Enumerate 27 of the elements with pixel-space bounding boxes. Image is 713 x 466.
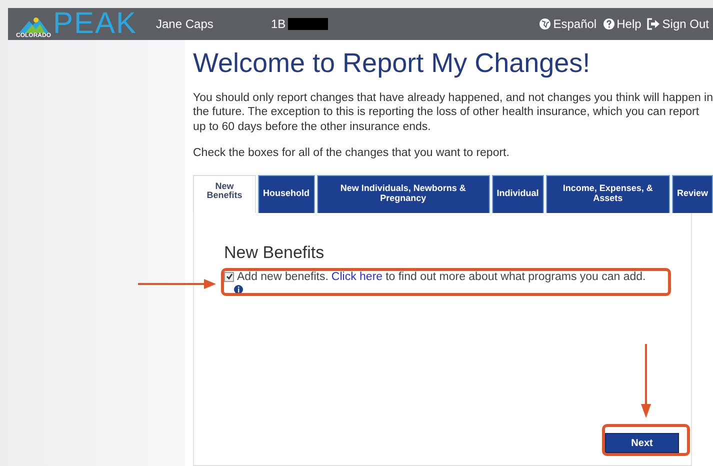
page-title: Welcome to Report My Changes! [193, 48, 592, 79]
mountain-logo-icon [18, 15, 48, 33]
sign-out-icon [647, 18, 660, 30]
tab[interactable]: Review [672, 174, 713, 212]
intro-text: You should only report changes that have already happened, and not changes you think will happen in the future. The exception to this is reporting the loss of other health insurance, which you can report up to 60 days before the other insurance ends. [193, 91, 713, 134]
tab[interactable]: New Benefits [193, 174, 256, 212]
section-heading: New Benefits [224, 242, 326, 262]
click-here-link[interactable]: Click here [331, 270, 383, 282]
header-link[interactable]: Sign Out [647, 17, 709, 31]
tab[interactable]: New Individuals, Newborns & Pregnancy [316, 174, 490, 212]
globe-icon [539, 18, 552, 30]
next-button[interactable]: Next [605, 433, 679, 453]
tab[interactable]: Income, Expenses, & Assets [546, 174, 670, 212]
tab[interactable]: Household [258, 174, 315, 212]
checkbox[interactable] [224, 272, 234, 282]
case-number: 1B [271, 17, 286, 31]
option-description: to find out more about what programs you can add. [386, 270, 646, 282]
tab[interactable]: Individual [492, 174, 544, 212]
header-link[interactable]: Help [602, 17, 642, 31]
user-name: Jane Caps [156, 17, 214, 31]
header-link[interactable]: Español [539, 17, 597, 31]
help-icon [602, 18, 615, 30]
logo-text: PEAK [53, 9, 138, 39]
info-icon[interactable] [234, 284, 243, 294]
redaction-bar [288, 18, 328, 30]
instruction-text: Check the boxes for all of the changes that you want to report. [193, 146, 510, 160]
option-label: Add new benefits. [237, 270, 328, 282]
